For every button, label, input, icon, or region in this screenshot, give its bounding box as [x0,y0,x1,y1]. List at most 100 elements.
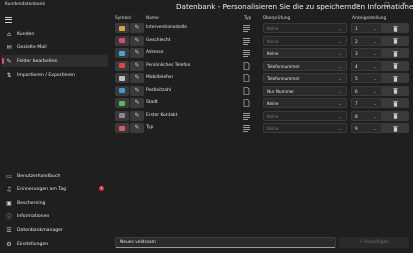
validation-dropdown[interactable]: Keine ⌄ [263,123,347,134]
edit-button[interactable]: ✎ [130,110,144,121]
position-dropdown[interactable]: 2 ⌄ [351,35,382,46]
delete-button[interactable] [381,23,409,33]
symbol-button[interactable] [115,60,129,71]
symbol-button[interactable] [115,23,129,33]
pencil-icon: ✎ [134,111,140,119]
pencil-icon: ✎ [134,124,140,132]
edit-button[interactable]: ✎ [130,73,144,84]
pencil-icon: ✎ [134,61,140,69]
edit-button[interactable]: ✎ [130,85,144,96]
table-row: ✎ Persönliches Telefon Telefonnummer ⌄ 4 ⌄ [110,60,413,72]
validation-dropdown[interactable]: Keine ⌄ [263,110,347,121]
new-field-input[interactable]: Neues veldraam [115,237,336,248]
column-header-name: Name [146,16,159,21]
table-row: ✎ Interventionsstelle Keine ⌄ 1 ⌄ [110,22,413,34]
position-dropdown[interactable]: 9 ⌄ [351,123,382,134]
chevron-down-icon: ⌄ [373,126,377,132]
edit-button[interactable]: ✎ [130,98,144,109]
symbol-button[interactable] [115,48,129,59]
position-dropdown[interactable]: 8 ⌄ [351,110,382,121]
validation-dropdown[interactable]: Telefonnummer ⌄ [263,60,347,71]
sidebar-item[interactable]: ⓘ Informationen [1,210,108,222]
sidebar-item[interactable]: ⇅ Importieren / Exportieren [1,69,108,81]
chevron-down-icon: ⌄ [338,76,342,82]
sidebar-item-label: Importieren / Exportieren [17,72,76,78]
field-name: Mobiltelefon [146,75,174,81]
edit-button[interactable]: ✎ [130,48,144,59]
validation-dropdown[interactable]: Keine ⌄ [263,48,347,59]
gear-icon: ⚙ [6,240,12,248]
validation-value: Keine [267,38,279,44]
trash-icon [393,75,398,82]
pencil-icon: ✎ [134,49,140,57]
document-icon [243,99,250,108]
sidebar-item-label: Kunden [17,31,35,37]
delete-button[interactable] [381,98,409,109]
table-row: ✎ Postleitzahl Nur Nummer ⌄ 6 ⌄ [110,85,413,97]
position-dropdown[interactable]: 5 ⌄ [351,73,382,84]
sidebar-item[interactable]: ☰ Datenbankmanager [1,224,108,236]
edit-button[interactable]: ✎ [130,35,144,46]
chevron-down-icon: ⌄ [373,51,377,57]
delete-button[interactable] [381,35,409,46]
validation-dropdown[interactable]: Telefonnummer ⌄ [263,73,347,84]
hamburger-menu-icon[interactable] [5,17,12,23]
validation-dropdown[interactable]: Keine ⌄ [263,23,347,33]
sidebar-item[interactable]: ⚙ Einstellungen [1,238,108,250]
symbol-button[interactable] [115,35,129,46]
table-row: ✎ Erster Kontakt Keine ⌄ 8 ⌄ [110,110,413,122]
sidebar-item[interactable]: ♫ Erinnerungen am Tag 1 [1,183,108,195]
symbol-button[interactable] [115,73,129,84]
position-dropdown[interactable]: 4 ⌄ [351,60,382,71]
validation-value: Keine [267,126,279,132]
validation-dropdown[interactable]: Nur Nummer ⌄ [263,85,347,96]
sidebar-item[interactable]: ✉ Gezielte Mail [1,41,108,53]
field-symbol-icon [119,88,125,94]
trash-icon [393,113,398,120]
edit-button[interactable]: ✎ [130,60,144,71]
position-dropdown[interactable]: 3 ⌄ [351,48,382,59]
validation-value: Telefonnummer [267,63,300,69]
delete-button[interactable] [381,110,409,121]
text-lines-icon [243,24,250,32]
sidebar-item[interactable]: ▣ Bescherning [1,197,108,209]
text-lines-icon [243,49,250,57]
app-title: Kundendatenbank [5,2,45,7]
position-dropdown[interactable]: 7 ⌄ [351,98,382,109]
delete-button[interactable] [381,60,409,71]
column-header-check: Überprüfung [263,16,291,21]
field-symbol-icon [119,75,125,81]
text-lines-icon [243,37,250,45]
trash-icon [393,63,398,69]
chevron-down-icon: ⌄ [338,26,342,31]
edit-button[interactable]: ✎ [130,23,144,33]
sidebar-item[interactable]: ✎ Felder bearbeiten [1,55,108,67]
delete-button[interactable] [381,85,409,96]
validation-dropdown[interactable]: Keine ⌄ [263,98,347,109]
field-name: Geschlecht [146,37,171,43]
position-dropdown[interactable]: 1 ⌄ [351,23,382,33]
chevron-down-icon: ⌄ [373,26,377,31]
delete-button[interactable] [381,73,409,84]
text-lines-icon [243,112,250,120]
delete-button[interactable] [381,48,409,59]
symbol-button[interactable] [115,110,129,121]
position-value: 2 [355,38,358,44]
edit-button[interactable]: ✎ [130,123,144,134]
symbol-button[interactable] [115,85,129,96]
pencil-icon: ✎ [134,36,140,44]
validation-dropdown[interactable]: Keine ⌄ [263,35,347,46]
delete-button[interactable] [381,123,409,134]
position-value: 5 [355,76,358,82]
symbol-button[interactable] [115,123,129,134]
add-button[interactable]: + Hinzufügen [339,237,409,248]
sidebar-item[interactable]: ▭ Benutzerhandbuch [1,170,108,182]
field-name: Adresse [146,50,164,56]
chevron-down-icon: ⌄ [338,88,342,94]
sidebar-item[interactable]: ⌂ Kunden [1,28,108,40]
symbol-button[interactable] [115,98,129,109]
field-name: Persönliches Telefon [146,62,191,68]
field-name: Erster Kontakt [146,112,178,118]
position-dropdown[interactable]: 6 ⌄ [351,85,382,96]
sidebar-item-label: Felder bearbeiten [17,58,58,64]
